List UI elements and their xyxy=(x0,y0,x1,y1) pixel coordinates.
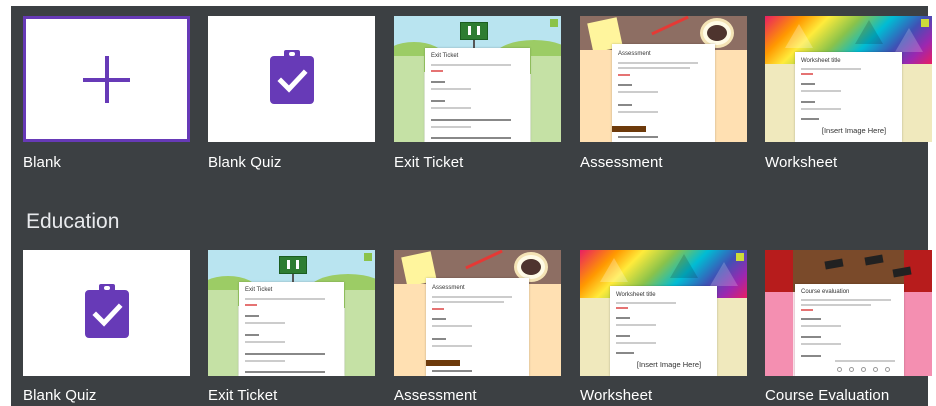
template-card-assessment[interactable]: Assessment xyxy=(394,250,561,376)
template-card-course-evaluation[interactable]: Course evaluation xyxy=(765,250,932,376)
template-label-course-evaluation: Course Evaluation xyxy=(765,387,890,404)
assessment-side xyxy=(715,50,747,142)
template-label-worksheet: Worksheet xyxy=(765,154,838,171)
template-card-blank[interactable] xyxy=(23,16,190,142)
template-card-exit-ticket[interactable]: Exit Ticket xyxy=(208,250,375,376)
image-placeholder-text: [Insert Image Here] xyxy=(821,126,887,135)
preview-title: Assessment xyxy=(618,51,651,57)
preview-title: Assessment xyxy=(432,285,465,291)
form-preview: Course evaluation xyxy=(795,284,904,376)
form-preview: Worksheet title [Insert Image Here] xyxy=(610,286,717,376)
preview-title: Course evaluation xyxy=(801,289,850,295)
worksheet-side xyxy=(765,64,795,142)
screenshot-border-left xyxy=(0,0,11,406)
preview-title: Exit Ticket xyxy=(245,287,273,293)
exit-sign-icon xyxy=(279,256,307,274)
template-label-exit-ticket: Exit Ticket xyxy=(394,154,464,171)
template-card-blank-quiz[interactable] xyxy=(208,16,375,142)
template-card-exit-ticket[interactable]: Exit Ticket xyxy=(394,16,561,142)
form-preview: Exit Ticket xyxy=(425,48,530,142)
preview-title: Worksheet title xyxy=(801,58,841,64)
screenshot-border-top xyxy=(0,0,936,6)
edit-corner-icon xyxy=(364,253,372,261)
exit-ticket-side xyxy=(531,56,561,142)
template-card-worksheet[interactable]: Worksheet title [Insert Image Here] xyxy=(765,16,932,142)
template-label-blank: Blank xyxy=(23,154,62,171)
template-label-worksheet: Worksheet xyxy=(580,387,653,404)
section-title-education: Education xyxy=(26,210,120,233)
worksheet-side xyxy=(717,298,747,376)
template-label-blank-quiz: Blank Quiz xyxy=(23,387,97,404)
preview-title: Exit Ticket xyxy=(431,53,459,59)
exit-ticket-side xyxy=(208,290,238,376)
form-preview: Exit Ticket xyxy=(239,282,344,376)
template-card-blank-quiz[interactable] xyxy=(23,250,190,376)
worksheet-side xyxy=(580,298,610,376)
template-label-assessment: Assessment xyxy=(394,387,477,404)
curtain-illustration xyxy=(765,250,793,292)
assessment-side xyxy=(580,50,612,142)
course-evaluation-side xyxy=(765,292,793,376)
template-card-assessment[interactable]: Assessment xyxy=(580,16,747,142)
course-evaluation-side xyxy=(904,292,932,376)
exit-ticket-side xyxy=(345,290,375,376)
template-card-worksheet[interactable]: Worksheet title [Insert Image Here] xyxy=(580,250,747,376)
assessment-side xyxy=(394,284,426,376)
edit-corner-icon xyxy=(921,19,929,27)
exit-sign-icon xyxy=(460,22,488,40)
assessment-side xyxy=(529,284,561,376)
exit-ticket-side xyxy=(394,56,424,142)
form-preview: Worksheet title [Insert Image Here] xyxy=(795,52,902,142)
form-preview: Assessment xyxy=(612,44,715,142)
worksheet-side xyxy=(902,64,932,142)
template-label-blank-quiz: Blank Quiz xyxy=(208,154,282,171)
template-label-assessment: Assessment xyxy=(580,154,663,171)
form-preview: Assessment xyxy=(426,278,529,376)
template-label-exit-ticket: Exit Ticket xyxy=(208,387,278,404)
image-placeholder-text: [Insert Image Here] xyxy=(636,360,702,369)
preview-title: Worksheet title xyxy=(616,292,656,298)
edit-corner-icon xyxy=(736,253,744,261)
edit-corner-icon xyxy=(550,19,558,27)
